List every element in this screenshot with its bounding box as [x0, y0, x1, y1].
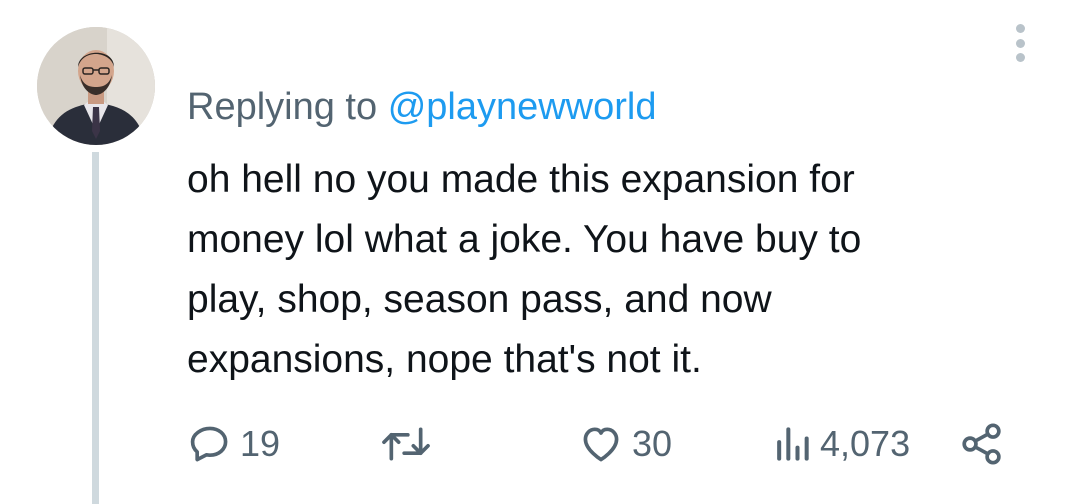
avatar-photo [37, 27, 155, 145]
share-button[interactable] [960, 414, 1004, 474]
ellipsis-dot [1015, 38, 1025, 48]
replying-to-prefix: Replying to [187, 86, 378, 128]
tweet-text-line: expansions, nope that's not it. [187, 338, 702, 381]
tweet-text-line: play, shop, season pass, and now [187, 278, 772, 321]
bar-chart-icon [777, 427, 809, 461]
like-count: 30 [632, 423, 673, 464]
vertical-ellipsis-icon [1015, 24, 1025, 33]
tweet-text: oh hell no you made this expansion for m… [187, 150, 1007, 390]
speech-bubble-icon [190, 426, 228, 462]
view-count: 4,073 [820, 423, 911, 464]
heart-icon [583, 427, 619, 462]
replying-to: Replying to @playnewworld [187, 84, 657, 130]
views-button[interactable]: 4,073 [772, 414, 910, 474]
replied-user-handle[interactable]: @playnewworld [388, 86, 657, 128]
like-button[interactable]: 30 [578, 414, 672, 474]
retweet-button[interactable] [380, 414, 440, 474]
action-bar: 19 30 4,073 [0, 414, 1071, 474]
reply-button[interactable]: 19 [188, 414, 280, 474]
tweet-text-line: oh hell no you made this expansion for [187, 158, 855, 201]
ellipsis-dot [1015, 53, 1025, 62]
more-options-button[interactable] [1008, 22, 1032, 64]
avatar[interactable] [37, 27, 155, 145]
tweet-text-line: money lol what a joke. You have buy to [187, 218, 862, 261]
retweet-arrows-icon [382, 427, 430, 461]
reply-count: 19 [240, 423, 281, 464]
tweet: Replying to @playnewworld oh hell no you… [0, 0, 1071, 504]
share-nodes-icon [962, 423, 1001, 465]
